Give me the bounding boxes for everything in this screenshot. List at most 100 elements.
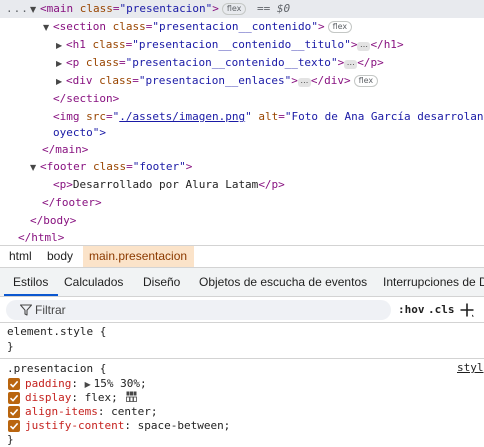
- tree-row-html-close[interactable]: </html>: [18, 229, 64, 245]
- css-value[interactable]: 15% 30%;: [94, 377, 147, 390]
- filter-input[interactable]: [35, 300, 375, 320]
- declaration-padding[interactable]: padding: ▶ 15% 30%;: [25, 377, 147, 391]
- stylesheet-source-link[interactable]: styl: [457, 361, 484, 374]
- collapse-triangle-icon[interactable]: ▼: [30, 1, 40, 19]
- shorthand-expand-icon[interactable]: ▶: [85, 378, 94, 392]
- declaration-checkbox[interactable]: [8, 420, 20, 432]
- close-tag: </footer>: [42, 196, 102, 209]
- attr-name: class: [92, 38, 126, 51]
- tree-row-footer-close[interactable]: </footer>: [42, 194, 102, 212]
- tree-row-main[interactable]: ... ▼ <main class="presentacion"> flex == …: [0, 0, 484, 18]
- text-node[interactable]: Desarrollado por Alura Latam: [73, 178, 258, 191]
- filter-icon: [20, 304, 32, 316]
- tree-row-footer-p[interactable]: <p>Desarrollado por Alura Latam</p>: [53, 176, 285, 194]
- tree-row-h1[interactable]: ▶ <h1 class="presentacion__contenido__tit…: [56, 36, 404, 54]
- breadcrumb-main-presentacion[interactable]: main.presentacion: [83, 246, 194, 267]
- close-tag: </body>: [30, 214, 77, 227]
- attr-value[interactable]: presentacion__contenido: [159, 20, 311, 33]
- elements-tree: ... ▼ <main class="presentacion"> flex == …: [0, 0, 484, 245]
- tag-name: section: [59, 20, 106, 33]
- collapsed-content-icon[interactable]: …: [297, 77, 311, 87]
- declaration-align-items[interactable]: align-items: center;: [25, 405, 157, 419]
- attr-value[interactable]: presentacion: [126, 2, 205, 15]
- tree-row-div[interactable]: ▶ <div class="presentacion__enlaces">… </d…: [56, 72, 379, 91]
- overflow-dots-icon[interactable]: ...: [6, 0, 29, 18]
- collapsed-content-icon[interactable]: …: [357, 41, 371, 51]
- flex-badge[interactable]: flex: [327, 21, 353, 33]
- tag-name: p: [72, 56, 80, 69]
- attr-name: class: [93, 160, 127, 173]
- breadcrumb-html[interactable]: html: [3, 246, 38, 267]
- css-property[interactable]: align-items: [25, 405, 98, 418]
- tag-name: footer: [46, 160, 87, 173]
- close-tag: </section>: [53, 92, 120, 105]
- element-style-selector[interactable]: element.style {: [7, 325, 106, 339]
- element-style-close: }: [7, 340, 14, 353]
- tag-name: div: [72, 74, 93, 87]
- collapse-triangle-icon[interactable]: ▼: [43, 19, 53, 37]
- tab-estilos[interactable]: Estilos: [13, 268, 48, 296]
- flex-badge[interactable]: flex: [221, 3, 247, 15]
- tree-row-img-wrap: oyecto">: [53, 124, 106, 142]
- expand-triangle-icon[interactable]: ▶: [56, 37, 66, 55]
- tree-row-section[interactable]: ▼ <section class="presentacion__contenido…: [43, 18, 353, 37]
- attr-value[interactable]: presentacion__contenido__titulo: [139, 38, 344, 51]
- new-style-rule-icon[interactable]: [459, 302, 475, 318]
- tab-dom-breakpoints[interactable]: Interrupciones de D: [383, 268, 484, 296]
- close-tag: </main>: [42, 143, 89, 156]
- styles-toolbar: :hov .cls: [0, 297, 484, 323]
- attr-name: src: [86, 110, 106, 123]
- css-property[interactable]: justify-content: [25, 419, 124, 432]
- attr-value[interactable]: "Foto de Ana García desarrolando pr: [285, 110, 484, 123]
- tree-row-section-close[interactable]: </section>: [53, 90, 119, 108]
- tree-row-p[interactable]: ▶ <p class="presentacion__contenido__text…: [56, 54, 384, 72]
- attr-name: class: [112, 20, 146, 33]
- tree-row-footer[interactable]: ▼ <footer class="footer">: [30, 158, 192, 176]
- tab-calculados[interactable]: Calculados: [64, 268, 123, 296]
- tab-event-listeners[interactable]: Objetos de escucha de eventos: [199, 268, 367, 296]
- breadcrumb-body[interactable]: body: [41, 246, 79, 267]
- tab-diseno[interactable]: Diseño: [143, 268, 180, 296]
- styles-subtabs: Estilos Calculados Diseño Objetos de esc…: [0, 268, 484, 297]
- hover-state-toggle[interactable]: :hov: [398, 299, 425, 321]
- attr-name: class: [85, 56, 119, 69]
- css-property[interactable]: padding: [25, 377, 71, 390]
- declaration-checkbox[interactable]: [8, 392, 20, 404]
- tree-row-body-close[interactable]: </body>: [30, 212, 76, 230]
- attr-value[interactable]: footer: [139, 160, 179, 173]
- filter-box[interactable]: [6, 300, 391, 320]
- attr-value[interactable]: presentacion__enlaces: [146, 74, 285, 87]
- tree-row-main-close[interactable]: </main>: [42, 141, 88, 159]
- close-tag: </html>: [18, 231, 65, 244]
- tag-name: main: [46, 2, 74, 15]
- rule-selector[interactable]: .presentacion {: [7, 362, 106, 376]
- css-property[interactable]: display: [25, 391, 71, 404]
- attr-name: class: [79, 2, 113, 15]
- expand-triangle-icon[interactable]: ▶: [56, 55, 66, 73]
- active-tab-indicator: [4, 294, 58, 296]
- styles-pane: element.style { } .presentacion { styl p…: [0, 323, 484, 447]
- collapse-triangle-icon[interactable]: ▼: [30, 159, 40, 177]
- css-value[interactable]: space-between;: [138, 419, 231, 432]
- tag-name-close: div: [324, 74, 344, 87]
- flexbox-editor-icon[interactable]: [126, 391, 138, 402]
- attr-name: alt: [258, 110, 279, 123]
- attr-value[interactable]: presentacion__contenido__texto: [132, 56, 331, 69]
- collapsed-content-icon[interactable]: …: [344, 59, 358, 69]
- selected-marker: == $0: [257, 2, 291, 15]
- rule-divider: [0, 358, 484, 359]
- tree-row-img[interactable]: <img src="./assets/imagen.png" alt="Foto…: [53, 108, 484, 126]
- expand-triangle-icon[interactable]: ▶: [56, 73, 66, 91]
- class-toggle[interactable]: .cls: [428, 299, 455, 321]
- declaration-checkbox[interactable]: [8, 406, 20, 418]
- attr-value-continued[interactable]: oyecto">: [53, 126, 106, 139]
- declaration-display[interactable]: display: flex;: [25, 391, 138, 405]
- rule-close: }: [7, 433, 14, 446]
- flex-badge[interactable]: flex: [353, 75, 379, 87]
- css-value[interactable]: flex;: [85, 391, 118, 404]
- declaration-checkbox[interactable]: [8, 378, 20, 390]
- declaration-justify-content[interactable]: justify-content: space-between;: [25, 419, 230, 433]
- css-value[interactable]: center;: [111, 405, 157, 418]
- img-src-link[interactable]: ./assets/imagen.png: [119, 110, 245, 123]
- attr-name: class: [99, 74, 133, 87]
